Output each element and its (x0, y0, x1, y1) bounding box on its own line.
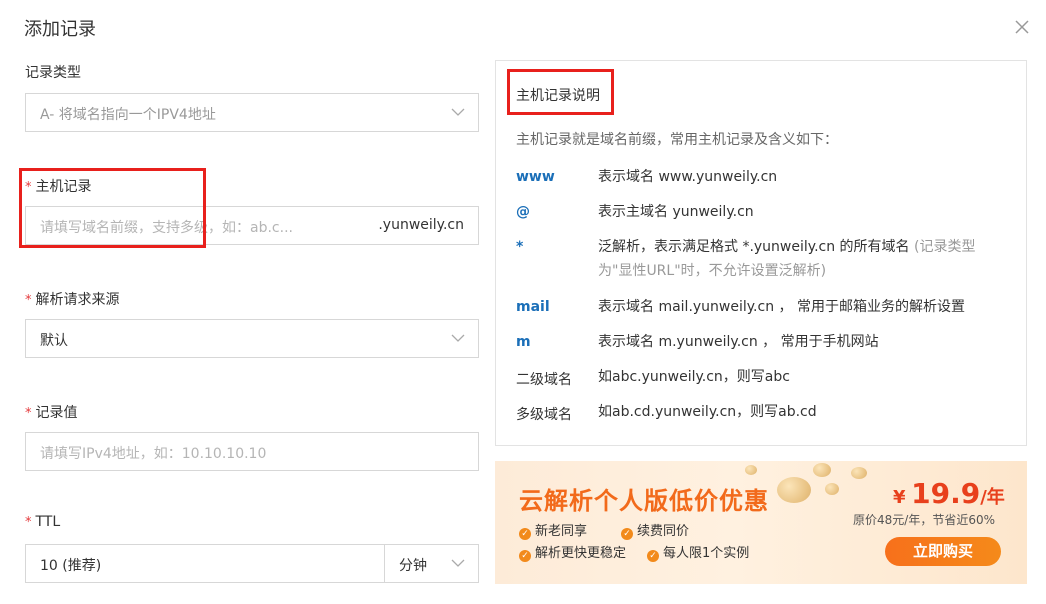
help-row-key: 多级域名 (516, 407, 572, 423)
resolve-source-value: 默认 (40, 333, 68, 349)
resolve-source-select[interactable]: 默认 (25, 319, 479, 358)
resolve-source-label: * 解析请求来源 (25, 289, 120, 309)
coin-decoration (851, 467, 867, 479)
help-row-desc: 如ab.cd.yunweily.cn，则写ab.cd (598, 404, 817, 420)
chevron-down-icon (451, 559, 465, 567)
price-period: /年 (980, 487, 1005, 508)
chevron-down-icon (451, 334, 465, 342)
host-record-label-text: 主机记录 (35, 179, 92, 195)
resolve-source-label-text: 解析请求来源 (35, 292, 120, 308)
coin-decoration (777, 477, 811, 503)
host-record-help-panel: 主机记录说明 主机记录就是域名前缀，常用主机记录及含义如下： www 表示域名 … (495, 60, 1027, 446)
record-type-value: A- 将域名指向一个IPV4地址 (40, 107, 216, 123)
help-intro: 主机记录就是域名前缀，常用主机记录及含义如下： (516, 132, 838, 148)
required-mark: * (25, 515, 32, 530)
chevron-down-icon (451, 108, 465, 116)
help-row-key: m (516, 334, 531, 350)
help-row-desc: 表示域名 m.yunweily.cn ， 常用于手机网站 (598, 334, 879, 350)
help-row-desc: 表示域名 www.yunweily.cn (598, 169, 778, 185)
promo-feature: ✓ 新老同享 (519, 520, 587, 540)
record-type-label: 记录类型 (25, 65, 81, 81)
coin-decoration (813, 463, 831, 477)
check-circle-icon: ✓ (647, 550, 659, 562)
help-row-key: www (516, 169, 555, 185)
close-icon[interactable] (1012, 17, 1032, 37)
buy-now-button[interactable]: 立即购买 (885, 537, 1001, 566)
required-mark: * (25, 180, 32, 195)
help-title: 主机记录说明 (516, 88, 600, 104)
promo-feature: ✓ 解析更快更稳定 (519, 542, 626, 562)
help-row-key: mail (516, 299, 550, 315)
ttl-value: 10 (推荐) (40, 558, 102, 574)
help-row-key: * (516, 239, 524, 255)
help-row-key: 二级域名 (516, 372, 572, 388)
domain-suffix: .yunweily.cn (378, 217, 464, 233)
check-circle-icon: ✓ (519, 550, 531, 562)
ttl-input[interactable]: 10 (推荐) (25, 544, 385, 583)
help-row-key: @ (516, 204, 530, 220)
ttl-unit-select[interactable]: 分钟 (384, 544, 479, 583)
ttl-label: * TTL (25, 514, 60, 530)
promo-feature: ✓ 每人限1个实例 (647, 542, 749, 562)
coin-decoration (745, 465, 757, 475)
record-type-select[interactable]: A- 将域名指向一个IPV4地址 (25, 93, 479, 132)
help-row-desc: 泛解析，表示满足格式 *.yunweily.cn 的所有域名 (记录类型为"显性… (598, 235, 1008, 283)
promo-title: 云解析个人版低价优惠 (519, 487, 769, 515)
record-value-label-text: 记录值 (35, 405, 78, 421)
price-value: 19.9 (911, 477, 981, 510)
check-circle-icon: ✓ (621, 528, 633, 540)
help-row-desc-text: 泛解析，表示满足格式 *.yunweily.cn 的所有域名 (598, 239, 910, 255)
ttl-label-text: TTL (35, 514, 61, 530)
dialog-title: 添加记录 (24, 19, 96, 40)
promo-banner[interactable]: 云解析个人版低价优惠 ✓ 新老同享 ✓ 续费同价 ✓ 解析更快更稳定 ✓ 每人限1个实例… (495, 461, 1027, 584)
promo-feature-text: 每人限1个实例 (663, 546, 750, 561)
check-circle-icon: ✓ (519, 528, 531, 540)
host-record-input[interactable]: 请填写域名前缀，支持多级，如：ab.c... .yunweily.cn (25, 206, 479, 245)
record-value-input[interactable]: 请填写IPv4地址，如：10.10.10.10 (25, 432, 479, 471)
host-record-label: * 主机记录 (25, 176, 92, 196)
record-value-label: * 记录值 (25, 402, 78, 422)
promo-feature-text: 解析更快更稳定 (535, 546, 627, 561)
help-row-desc: 表示域名 mail.yunweily.cn ， 常用于邮箱业务的解析设置 (598, 299, 965, 315)
host-record-placeholder: 请填写域名前缀，支持多级，如：ab.c... (40, 220, 293, 236)
ttl-unit-value: 分钟 (399, 558, 427, 574)
promo-feature-text: 新老同享 (535, 524, 588, 539)
promo-feature-text: 续费同价 (637, 524, 690, 539)
required-mark: * (25, 293, 32, 308)
promo-price: ¥ 19.9/年 (893, 477, 1005, 510)
price-currency: ¥ (893, 487, 906, 508)
record-value-placeholder: 请填写IPv4地址，如：10.10.10.10 (40, 446, 267, 462)
help-row-desc: 表示主域名 yunweily.cn (598, 204, 754, 220)
original-price: 原价48元/年，节省近60% (853, 513, 995, 527)
promo-feature: ✓ 续费同价 (621, 520, 689, 540)
required-mark: * (25, 406, 32, 421)
help-row-desc: 如abc.yunweily.cn，则写abc (598, 369, 790, 385)
coin-decoration (825, 483, 839, 495)
